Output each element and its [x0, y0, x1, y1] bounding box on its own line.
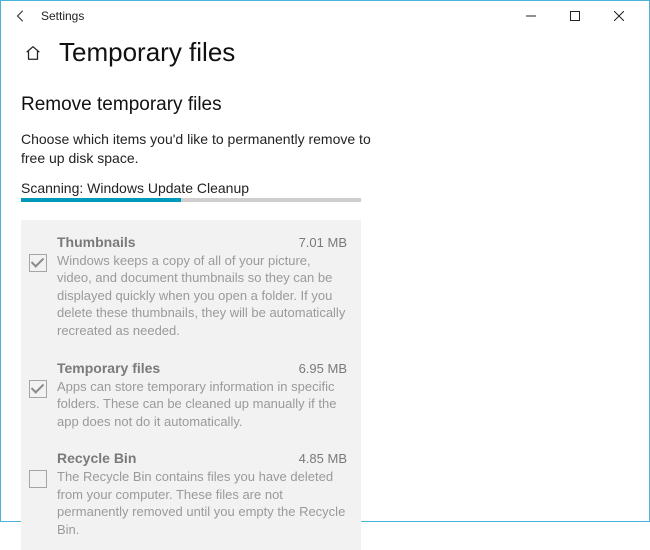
item-title: Temporary files: [57, 360, 160, 376]
scan-status: Scanning: Windows Update Cleanup: [21, 180, 629, 196]
maximize-button[interactable]: [553, 2, 597, 30]
titlebar: Settings: [1, 1, 649, 31]
minimize-button[interactable]: [509, 2, 553, 30]
checkbox[interactable]: [29, 254, 47, 272]
item-desc: Windows keeps a copy of all of your pict…: [57, 252, 347, 340]
page-header: Temporary files: [1, 31, 649, 82]
content-area: Remove temporary files Choose which item…: [1, 94, 649, 550]
close-button[interactable]: [597, 2, 641, 30]
item-head: Recycle Bin 4.85 MB: [57, 450, 347, 466]
page-title: Temporary files: [59, 37, 235, 68]
section-title: Remove temporary files: [21, 94, 629, 116]
item-head: Thumbnails 7.01 MB: [57, 234, 347, 250]
item-body: Recycle Bin 4.85 MB The Recycle Bin contai…: [57, 450, 347, 538]
list-item[interactable]: Thumbnails 7.01 MB Windows keeps a copy of…: [29, 234, 347, 340]
item-desc: The Recycle Bin contains files you have …: [57, 468, 347, 538]
instruction-text: Choose which items you'd like to permane…: [21, 130, 391, 168]
item-desc: Apps can store temporary information in …: [57, 378, 347, 431]
window-title: Settings: [41, 9, 84, 23]
checkbox[interactable]: [29, 470, 47, 488]
item-size: 4.85 MB: [299, 451, 347, 466]
item-head: Temporary files 6.95 MB: [57, 360, 347, 376]
item-title: Thumbnails: [57, 234, 136, 250]
item-title: Recycle Bin: [57, 450, 136, 466]
list-item[interactable]: Recycle Bin 4.85 MB The Recycle Bin contai…: [29, 450, 347, 538]
item-body: Thumbnails 7.01 MB Windows keeps a copy of…: [57, 234, 347, 340]
back-button[interactable]: [9, 4, 33, 28]
list-item[interactable]: Temporary files 6.95 MB Apps can store tem…: [29, 360, 347, 431]
items-panel[interactable]: Thumbnails 7.01 MB Windows keeps a copy of…: [21, 220, 361, 550]
item-size: 6.95 MB: [299, 361, 347, 376]
checkbox[interactable]: [29, 380, 47, 398]
window-controls: [509, 2, 641, 30]
progress-bar: [21, 198, 361, 202]
item-size: 7.01 MB: [299, 235, 347, 250]
item-body: Temporary files 6.95 MB Apps can store tem…: [57, 360, 347, 431]
progress-fill: [21, 198, 181, 202]
home-button[interactable]: [21, 41, 45, 65]
